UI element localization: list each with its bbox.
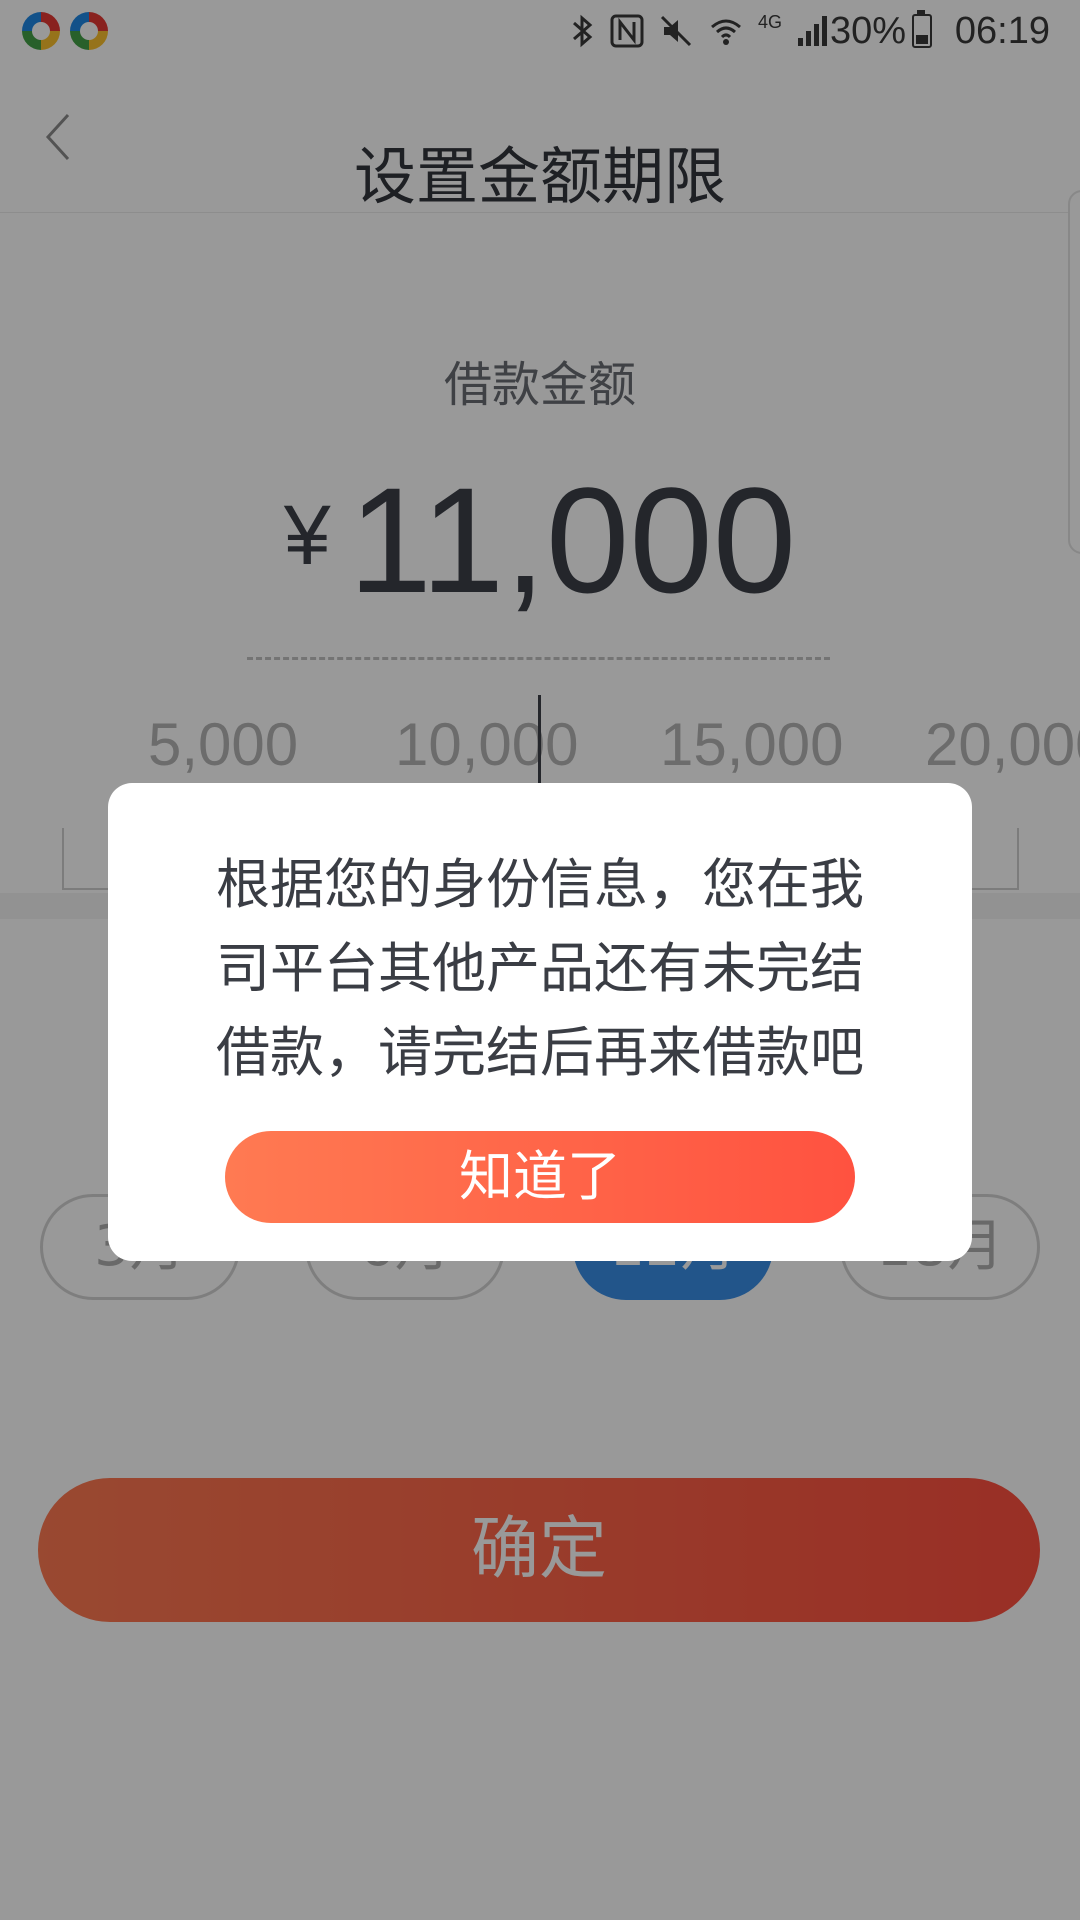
alert-dialog: 根据您的身份信息，您在我司平台其他产品还有未完结借款，请完结后再来借款吧 知道了 bbox=[108, 783, 972, 1261]
acknowledge-button[interactable]: 知道了 bbox=[225, 1131, 855, 1223]
dialog-message: 根据您的身份信息，您在我司平台其他产品还有未完结借款，请完结后再来借款吧 bbox=[216, 853, 864, 1084]
